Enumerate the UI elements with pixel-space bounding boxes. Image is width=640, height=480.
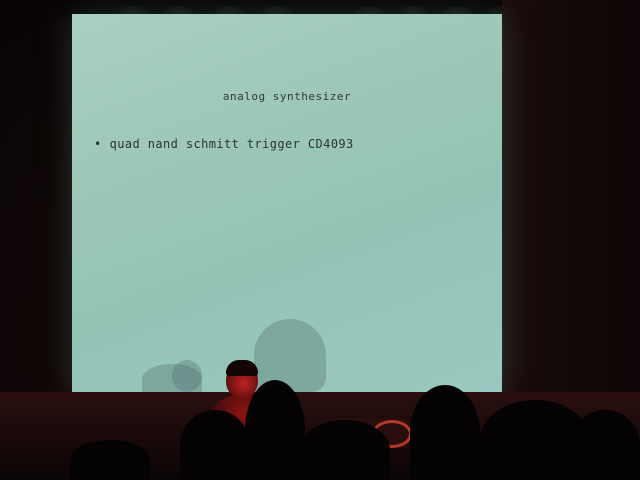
- slide-title: analog synthesizer: [222, 90, 352, 103]
- photo-scene: analog synthesizer • quad nand schmitt t…: [0, 0, 640, 480]
- audience-silhouette: [300, 420, 390, 480]
- audience-silhouette: [410, 385, 480, 480]
- slide-bullet: • quad nand schmitt trigger CD4093: [94, 137, 354, 151]
- bullet-text: quad nand schmitt trigger CD4093: [109, 137, 354, 151]
- wall-shadow: [254, 319, 326, 392]
- projection-screen: analog synthesizer • quad nand schmitt t…: [72, 14, 502, 394]
- audience-silhouette: [70, 440, 150, 480]
- bullet-marker: •: [94, 137, 102, 151]
- performer-shadow-head: [172, 360, 202, 392]
- audience-silhouette: [570, 410, 640, 480]
- audience-silhouette: [180, 410, 250, 480]
- audience-silhouette: [245, 380, 305, 480]
- performer-hair: [226, 360, 258, 376]
